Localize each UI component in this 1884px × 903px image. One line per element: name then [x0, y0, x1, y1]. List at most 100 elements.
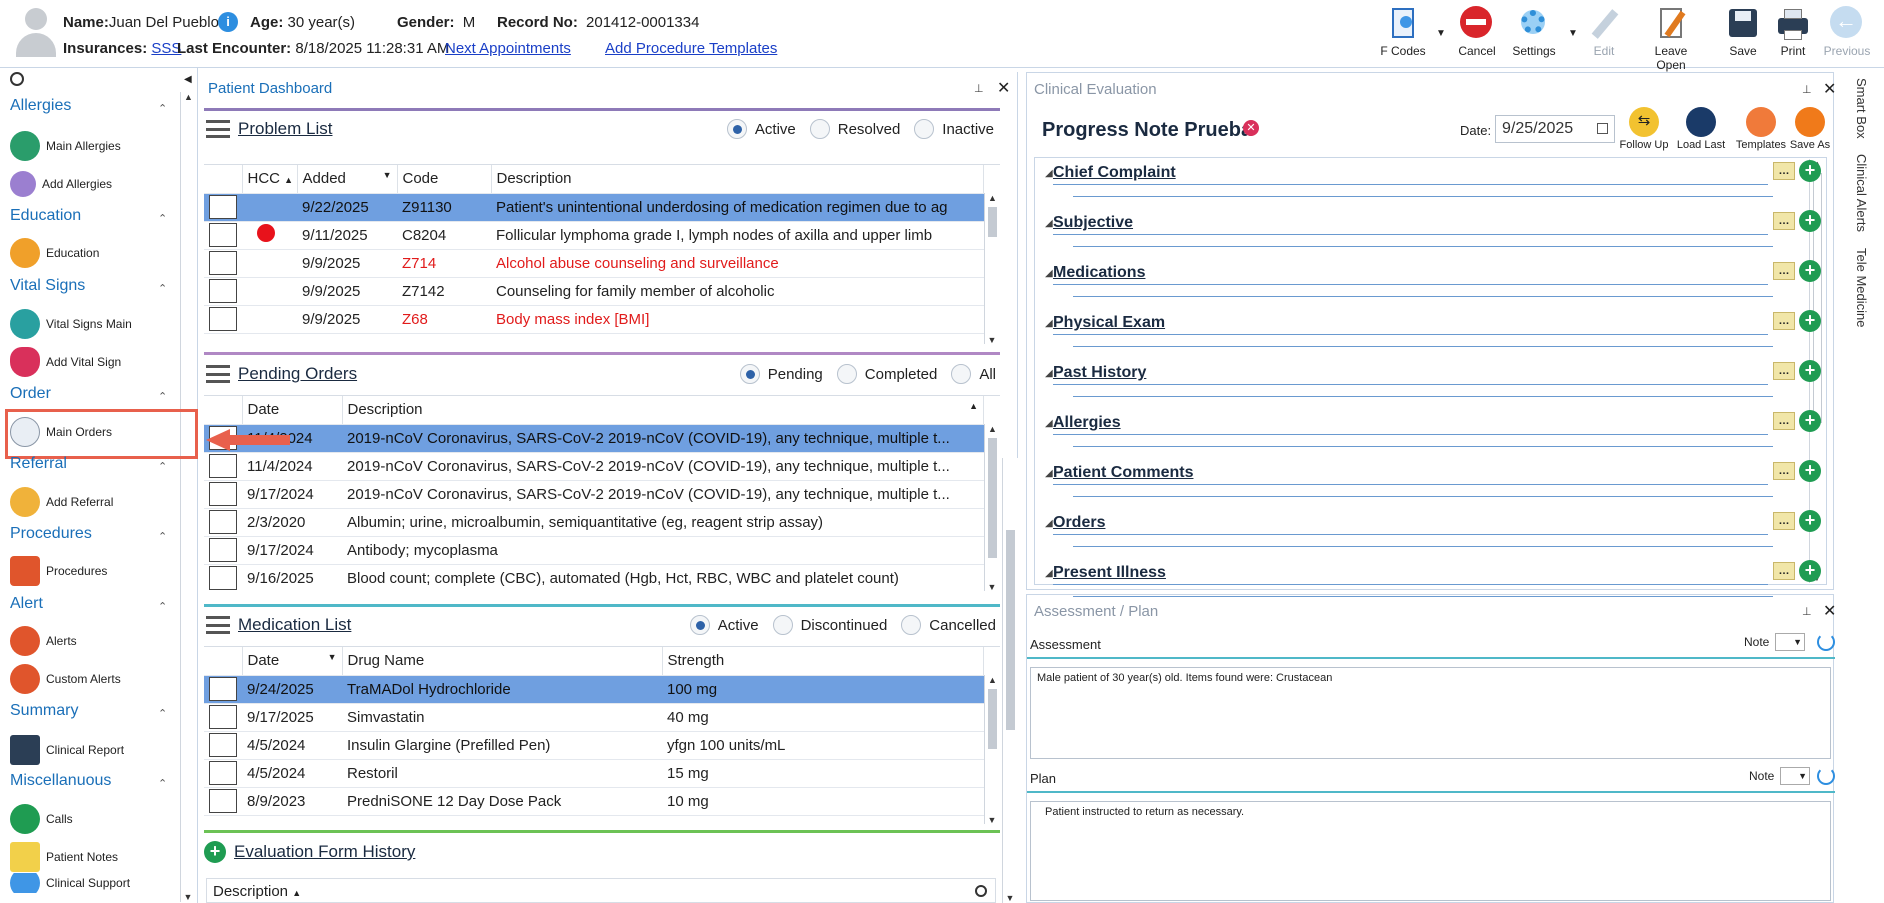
quote-icon[interactable]: … — [1773, 412, 1795, 430]
sidebar-item-procedures[interactable]: Procedures — [10, 555, 107, 587]
eval-section[interactable]: ◢ Patient Comments … + — [1045, 460, 1821, 502]
close-icon[interactable]: ✕ — [997, 78, 1010, 98]
section-vital-signs[interactable]: Vital Signs — [10, 277, 85, 295]
eval-section-title[interactable]: Subjective — [1053, 214, 1133, 232]
collapse-sidebar-icon[interactable]: ◀ — [184, 74, 192, 85]
expand-icon[interactable]: ◢ — [1045, 518, 1053, 529]
save-as-button[interactable]: Save As — [1787, 107, 1833, 151]
col-added[interactable]: Added ▼ — [297, 165, 398, 194]
eval-section[interactable]: ◢ Past History … + — [1045, 360, 1821, 402]
row-checkbox[interactable] — [204, 452, 242, 481]
menu-icon[interactable] — [206, 120, 230, 138]
medication-list-title[interactable]: Medication List — [238, 615, 351, 635]
add-procedure-templates-link[interactable]: Add Procedure Templates — [605, 40, 777, 57]
row-checkbox[interactable] — [204, 277, 242, 306]
quote-icon[interactable]: … — [1773, 562, 1795, 580]
close-icon[interactable]: ✕ — [1823, 79, 1836, 99]
eval-section-title[interactable]: Chief Complaint — [1053, 164, 1176, 182]
sidebar-item-alerts[interactable]: Alerts — [10, 625, 77, 657]
quote-icon[interactable]: … — [1773, 262, 1795, 280]
add-icon[interactable]: + — [1799, 510, 1821, 532]
table-row[interactable]: 9/9/2025 Z714 Alcohol abuse counseling and… — [204, 249, 984, 278]
eval-section[interactable]: ◢ Subjective … + — [1045, 210, 1821, 252]
quote-icon[interactable]: … — [1773, 362, 1795, 380]
row-checkbox[interactable] — [204, 480, 242, 509]
row-checkbox[interactable] — [204, 536, 242, 565]
chevron-up-icon[interactable]: ⌃ — [158, 212, 167, 225]
row-checkbox[interactable] — [204, 731, 242, 760]
pending-orders-title[interactable]: Pending Orders — [238, 364, 357, 384]
filter-resolved[interactable]: Resolved — [809, 119, 900, 139]
info-icon[interactable]: i — [218, 12, 238, 32]
print-button[interactable]: Print — [1762, 6, 1824, 58]
expand-icon[interactable]: ◢ — [1045, 368, 1053, 379]
sidebar-item-vital-signs-main[interactable]: Vital Signs Main — [10, 308, 132, 340]
add-icon[interactable]: + — [204, 841, 226, 863]
problem-list-title[interactable]: Problem List — [238, 119, 332, 139]
col-date[interactable]: Date ▼ — [242, 647, 343, 676]
eval-section-title[interactable]: Past History — [1053, 364, 1146, 382]
leave-open-button[interactable]: Leave Open — [1640, 6, 1702, 72]
expand-icon[interactable]: ◢ — [1045, 418, 1053, 429]
table-row[interactable]: 9/9/2025 Z68 Body mass index [BMI] — [204, 305, 984, 334]
sidebar-scrollbar[interactable]: ▲ ▼ — [180, 92, 196, 902]
tab-smart-box[interactable]: Smart Box — [1854, 78, 1869, 139]
quote-icon[interactable]: … — [1773, 312, 1795, 330]
add-icon[interactable]: + — [1799, 360, 1821, 382]
chevron-up-icon[interactable]: ⌃ — [158, 530, 167, 543]
eval-section[interactable]: ◢ Chief Complaint … + — [1045, 160, 1821, 202]
fcodes-dropdown-icon[interactable]: ▼ — [1436, 28, 1446, 39]
col-hcc[interactable]: HCC ▲ — [242, 165, 298, 194]
row-checkbox[interactable] — [204, 564, 242, 591]
table-row[interactable]: 4/5/2024 Restoril 15 mg — [204, 759, 984, 788]
table-row[interactable]: 9/17/2024 2019-nCoV Coronavirus, SARS-CoV… — [204, 480, 984, 509]
chevron-up-icon[interactable]: ⌃ — [158, 460, 167, 473]
eval-section-title[interactable]: Allergies — [1053, 414, 1121, 432]
sidebar-item-education[interactable]: Education — [10, 237, 99, 269]
settings-button[interactable]: Settings — [1503, 6, 1565, 58]
eval-section-title[interactable]: Physical Exam — [1053, 314, 1165, 332]
chevron-up-icon[interactable]: ⌃ — [158, 777, 167, 790]
pending-orders-scrollbar[interactable]: ▲ ▼ — [984, 424, 1000, 591]
sidebar-item-custom-alerts[interactable]: Custom Alerts — [10, 663, 121, 695]
sidebar-item-add-vital-sign[interactable]: Add Vital Sign — [10, 346, 121, 378]
sidebar-item-add-referral[interactable]: Add Referral — [10, 486, 113, 518]
add-icon[interactable]: + — [1799, 410, 1821, 432]
previous-button[interactable]: ← Previous — [1816, 6, 1878, 58]
add-icon[interactable]: + — [1799, 210, 1821, 232]
row-checkbox[interactable] — [204, 703, 242, 732]
table-row[interactable]: 2/3/2020 Albumin; urine, microalbumin, se… — [204, 508, 984, 537]
filter-active[interactable]: Active — [726, 119, 796, 139]
table-row[interactable]: 9/17/2024 Antibody; mycoplasma — [204, 536, 984, 565]
chevron-up-icon[interactable]: ⌃ — [158, 390, 167, 403]
eval-section-title[interactable]: Present Illness — [1053, 564, 1166, 582]
row-checkbox[interactable] — [204, 759, 242, 788]
templates-button[interactable]: Templates — [1733, 107, 1789, 151]
eval-section[interactable]: ◢ Allergies … + — [1045, 410, 1821, 452]
problem-list-scrollbar[interactable]: ▲ ▼ — [984, 193, 1000, 344]
col-strength[interactable]: Strength — [662, 647, 984, 676]
eval-section-title[interactable]: Patient Comments — [1053, 464, 1193, 482]
table-row[interactable]: 9/11/2025 C8204 Follicular lymphoma grade … — [204, 221, 984, 250]
medication-list-scrollbar[interactable]: ▲ ▼ — [984, 675, 1000, 824]
expand-icon[interactable]: ◢ — [1045, 318, 1053, 329]
filter-discontinued[interactable]: Discontinued — [772, 615, 887, 635]
section-education[interactable]: Education — [10, 207, 81, 225]
next-appointments-link[interactable]: Next Appointments — [445, 40, 571, 57]
evaluation-history-title[interactable]: Evaluation Form History — [234, 842, 415, 862]
pin-icon[interactable]: ⊥ — [1802, 83, 1812, 96]
quote-icon[interactable]: … — [1773, 512, 1795, 530]
row-checkbox[interactable] — [204, 508, 242, 537]
pin-icon[interactable]: ⊥ — [1802, 605, 1812, 618]
col-date[interactable]: Date — [242, 396, 343, 425]
dashboard-scrollbar[interactable]: ▼ — [1002, 458, 1018, 903]
eval-section-title[interactable]: Medications — [1053, 264, 1145, 282]
eval-section[interactable]: ◢ Orders … + — [1045, 510, 1821, 552]
chevron-up-icon[interactable]: ⌃ — [158, 102, 167, 115]
chevron-up-icon[interactable]: ⌃ — [158, 600, 167, 613]
refresh-icon[interactable] — [1817, 633, 1835, 651]
note-format-dropdown[interactable]: ▼ — [1780, 767, 1810, 785]
calendar-icon[interactable] — [1597, 123, 1608, 134]
sidebar-item-clinical-support[interactable]: Clinical Support — [10, 873, 130, 893]
expand-icon[interactable]: ◢ — [1045, 218, 1053, 229]
